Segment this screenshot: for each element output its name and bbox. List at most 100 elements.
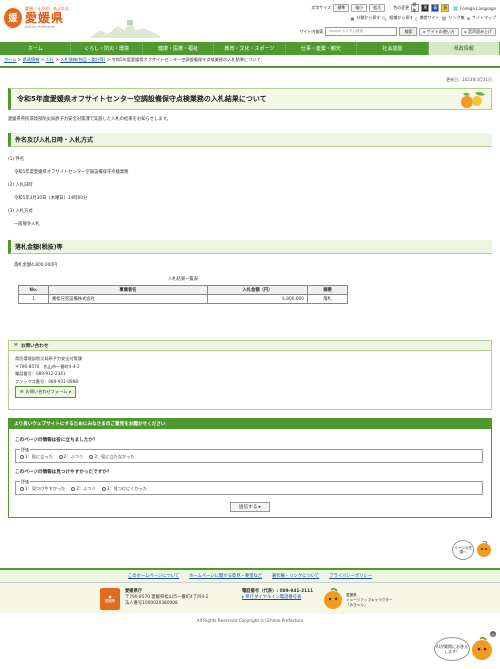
nav-education[interactable]: 教育・文化・スポーツ bbox=[214, 42, 286, 55]
survey-fieldset-2: 評価 1：見つけやすかった 2：ふつう 3：見つけにくかった bbox=[15, 479, 483, 495]
color-black-button[interactable]: 黒 bbox=[421, 4, 430, 12]
table-cell-amount: 4,800,000 bbox=[207, 294, 308, 304]
table-row: 1 嘉松兄弟設備株式会社 4,800,000 落札 bbox=[18, 294, 348, 304]
survey-legend: 評価 bbox=[20, 447, 30, 453]
breadcrumb: ホーム > 県政情報 > 入札 > 入札情報(物品・委託等) > 令和5年度愛媛… bbox=[4, 57, 261, 62]
contact-heading: ✉ お問い合わせ bbox=[9, 341, 491, 351]
contact-phone: 電話番号：089-912-2341 bbox=[15, 371, 66, 376]
section-heading-award: 落札金額(税抜)等 bbox=[8, 240, 492, 254]
breadcrumb-bidding-goods[interactable]: 入札情報(物品・委託等) bbox=[60, 57, 105, 62]
survey-question-1: このページの情報は役に立ちましたか？ bbox=[15, 438, 98, 443]
q2-option-normal[interactable]: 2：ふつう bbox=[71, 486, 96, 492]
contact-form-button[interactable]: ✉ お問い合わせフォーム ▸ bbox=[15, 386, 77, 398]
nav-government[interactable]: 県政情報 bbox=[428, 42, 500, 55]
contact-box: ✉ お問い合わせ 県民環境部防災局原子力安全対策課 〒790-8570 松山市一… bbox=[8, 340, 492, 410]
breadcrumb-bidding[interactable]: 入札 bbox=[46, 57, 54, 62]
text-size-small-button[interactable]: 縮小 bbox=[351, 4, 368, 12]
contact-fax: ファックス番号：089-931-0888 bbox=[15, 378, 79, 384]
mobile-icon: ▯ bbox=[415, 15, 418, 21]
util-link-category[interactable]: 分類から探す bbox=[356, 15, 380, 21]
close-icon[interactable]: × bbox=[490, 631, 496, 637]
q2-option-hard[interactable]: 3：見つけにくかった bbox=[101, 486, 147, 492]
footer-dial-in-link[interactable]: ▸ 県庁ダイヤルイン電話番号表 bbox=[242, 595, 301, 600]
color-blue-button[interactable]: 青 bbox=[431, 4, 440, 12]
table-caption: 入札結果一覧表 bbox=[167, 277, 199, 282]
site-logo[interactable]: 媛 愛顔（えがお）あふれる 愛媛県 Ehime Prefecture bbox=[4, 6, 69, 29]
ai-chat-widget[interactable]: AIが質問にお答えします！ × bbox=[434, 631, 496, 663]
util-link-organization[interactable]: 組織から探す bbox=[389, 15, 413, 21]
color-change-label: 色の変更 bbox=[393, 5, 410, 10]
mikyan-mascot-icon bbox=[472, 636, 492, 660]
sitemap-icon: ⊞ bbox=[466, 15, 470, 21]
survey-submit-button[interactable]: 送信する ▸ bbox=[230, 502, 270, 512]
table-cell-company: 嘉松兄弟設備株式会社 bbox=[48, 294, 208, 304]
utility-links: ▦ 分類から探す 🔍 組織から探す ▯ 携帯サイト ⛓ リンク集 ⊞ サイトマッ… bbox=[351, 15, 496, 21]
footer-tel: 電話番号（代表）: 089-941-2111 ▸ 県庁ダイヤルイン電話番号表 bbox=[242, 589, 313, 601]
footer-address: 愛媛県庁 〒790-8570 愛媛県松山市一番町4丁目4-2 法人番号10000… bbox=[125, 589, 208, 607]
search-label: サイト内検索 bbox=[299, 28, 324, 34]
search-button[interactable]: 検索 bbox=[399, 27, 418, 36]
footer-link-privacy[interactable]: プライバシーポリシー bbox=[329, 573, 372, 579]
footer-mascot-text: 愛媛県 イメージアップキャラクター 「みきゃん」 bbox=[346, 593, 393, 607]
table-header-company: 事業者名 bbox=[48, 285, 208, 295]
globe-icon: 🌐 bbox=[453, 5, 459, 11]
breadcrumb-home[interactable]: ホーム bbox=[4, 57, 16, 62]
item1-label: (1) 件名 bbox=[8, 157, 25, 162]
footer-link-about[interactable]: このホームページについて bbox=[128, 573, 179, 579]
mikan-decoration-icon bbox=[461, 91, 485, 108]
page-top-link[interactable]: ページの先頭へ bbox=[452, 540, 492, 560]
chevron-right-icon: ▸ bbox=[258, 504, 262, 510]
page-title-box: 令和5年度愛媛県オフサイトセンター空調設備保守点検業務の入札結果について bbox=[8, 88, 492, 110]
search-input[interactable]: Google カスタム検索 bbox=[325, 27, 398, 36]
search-area: サイト内検索 Google カスタム検索 検索 ▸ サイトの使い方 ▸ 音声読み… bbox=[299, 27, 496, 36]
foreign-language-link[interactable]: Foreign Language bbox=[460, 6, 496, 11]
contact-address: 〒790-8570 松山市一番町4-4-2 bbox=[15, 363, 80, 369]
accessibility-controls: 文字サイズ 標準 縮小 拡大 色の変更 標準 黒 青 黄 🌐 Foreign L… bbox=[311, 2, 496, 13]
logo-prefecture-en: Ehime Prefecture bbox=[25, 25, 56, 29]
item2-label: (2) 入札日時 bbox=[8, 183, 33, 188]
q2-option-easy[interactable]: 1：見つけやすかった bbox=[20, 486, 65, 492]
copyright: All Rights Reserved Copyright (c) Ehime … bbox=[196, 618, 304, 623]
q1-option-normal[interactable]: 2：ふつう bbox=[58, 454, 83, 460]
table-header-note: 摘要 bbox=[307, 285, 348, 295]
search-icon: 🔍 bbox=[382, 15, 388, 21]
q1-option-useful[interactable]: 1：役に立った bbox=[20, 454, 53, 460]
table-cell-no: 1 bbox=[18, 294, 49, 304]
util-link-sitemap[interactable]: サイトマップ bbox=[472, 15, 496, 21]
table-cell-note: 落札 bbox=[307, 294, 348, 304]
color-standard-button[interactable]: 標準 bbox=[411, 2, 420, 13]
nav-infrastructure[interactable]: 社会基盤 bbox=[357, 42, 429, 55]
table-header-no: No. bbox=[18, 285, 49, 295]
nav-health[interactable]: 健康・医療・福祉 bbox=[143, 42, 215, 55]
util-link-mobile[interactable]: 携帯サイト bbox=[420, 15, 440, 21]
mikyan-mascot-icon bbox=[324, 587, 342, 609]
q1-option-not-useful[interactable]: 3：役に立たなかった bbox=[89, 454, 135, 460]
footer-corporate-number: 法人番号1000020380008 bbox=[125, 601, 178, 606]
breadcrumb-government[interactable]: 県政情報 bbox=[23, 57, 40, 62]
footer-link-feedback[interactable]: ホームページに関する意見・要望など bbox=[189, 573, 262, 579]
footer-link-copyright[interactable]: 著作権・リンクについて bbox=[272, 573, 319, 579]
ai-chat-bubble: AIが質問にお答えします！ bbox=[434, 637, 470, 661]
table-header-amount: 入札金額（円） bbox=[207, 285, 308, 295]
nav-home[interactable]: ホーム bbox=[0, 42, 72, 55]
page-top-bubble: ページの先頭へ bbox=[452, 540, 474, 560]
mail-icon: ✉ bbox=[14, 343, 18, 348]
contact-department: 県民環境部防災局原子力安全対策課 bbox=[15, 356, 83, 361]
site-usage-button[interactable]: ▸ サイトの使い方 bbox=[419, 27, 459, 36]
link-icon: ⛓ bbox=[441, 15, 447, 21]
nav-industry[interactable]: 仕事・産業・観光 bbox=[286, 42, 358, 55]
section-heading-bid-info: 件名及び入札日時・入札方式 bbox=[8, 133, 492, 147]
text-size-large-button[interactable]: 拡大 bbox=[369, 4, 386, 12]
survey-fieldset-1: 評価 1：役に立った 2：ふつう 3：役に立たなかった bbox=[15, 447, 483, 463]
text-size-standard-button[interactable]: 標準 bbox=[333, 4, 350, 12]
updated-date: 更新日：2023年3月31日 bbox=[446, 77, 492, 82]
site-header: 媛 愛顔（えがお）あふれる 愛媛県 Ehime Prefecture 文字サイズ… bbox=[0, 0, 500, 42]
footer-main: ● 愛媛県 愛媛県庁 〒790-8570 愛媛県松山市一番町4丁目4-2 法人番… bbox=[0, 582, 500, 614]
nav-living[interactable]: くらし・防災・環境 bbox=[71, 42, 143, 55]
color-yellow-button[interactable]: 黄 bbox=[441, 4, 450, 12]
award-amount: 落札金額4,800,000円 bbox=[14, 263, 58, 268]
breadcrumb-current: 令和5年度愛媛県オフサイトセンター空調設備保守点検業務の入札結果について bbox=[111, 57, 261, 62]
util-link-links[interactable]: リンク集 bbox=[449, 15, 465, 21]
logo-prefecture-name: 愛媛県 bbox=[25, 11, 65, 25]
voice-reader-button[interactable]: ▸ 音声読み上げ bbox=[460, 27, 496, 36]
